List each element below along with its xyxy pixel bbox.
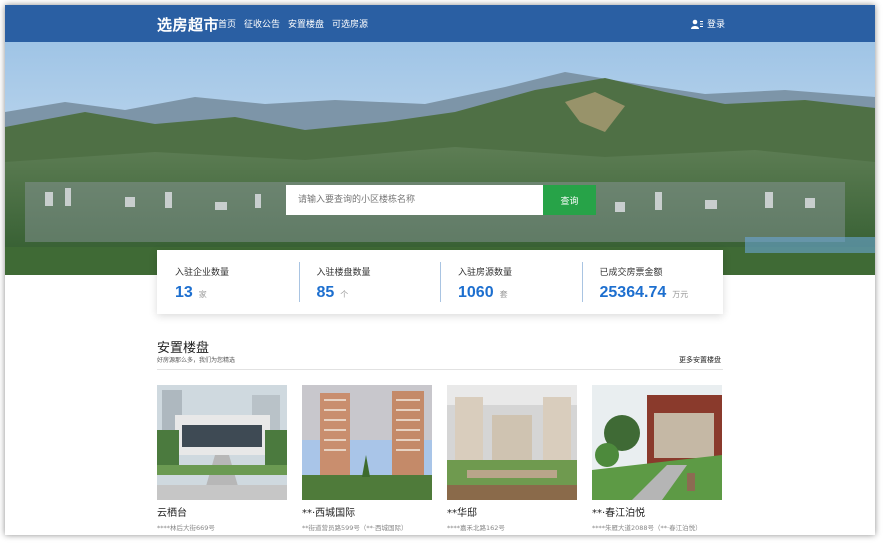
property-card[interactable]: 云栖台 ****林后大街669号	[157, 385, 287, 532]
nav-link-home[interactable]: 首页	[218, 17, 236, 30]
browser-page: 选房超市 首页 征收公告 安置楼盘 可选房源 登录 请输入要查询的小区楼栋名称 …	[5, 5, 875, 535]
stat-label: 入驻楼盘数量	[316, 268, 371, 278]
stat-projects: 入驻楼盘数量 85 个	[298, 250, 441, 314]
stat-number: 25364.74	[599, 284, 667, 301]
section-divider	[157, 369, 723, 370]
top-navbar: 选房超市 首页 征收公告 安置楼盘 可选房源 登录	[5, 5, 875, 42]
stat-value: 25364.74 万元	[600, 284, 724, 302]
search-input[interactable]	[286, 185, 543, 215]
site-brand[interactable]: 选房超市	[157, 14, 219, 35]
stat-label: 入驻企业数量	[175, 268, 230, 278]
property-card[interactable]: **·西城国际 **街道营员路599号（**·西城国际）	[302, 385, 432, 532]
search-bar: 查询	[286, 185, 596, 215]
stats-panel: 入驻企业数量 13 家 入驻楼盘数量 85 个 入驻房源数量 1060 套 已成交房票…	[157, 250, 723, 314]
nav-links: 首页 征收公告 安置楼盘 可选房源	[218, 17, 368, 30]
stat-value: 13 家	[175, 284, 299, 302]
stat-unit: 万元	[672, 290, 689, 299]
user-icon	[690, 19, 703, 29]
stat-label: 已成交房票金额	[599, 268, 663, 278]
search-button[interactable]: 查询	[543, 185, 596, 215]
property-address: **街道营员路599号（**·西城国际）	[302, 524, 408, 532]
stat-value: 1060 套	[458, 284, 582, 302]
stat-unit: 家	[198, 290, 207, 299]
nav-link-resettlement[interactable]: 安置楼盘	[288, 17, 324, 30]
stat-enterprises: 入驻企业数量 13 家	[157, 250, 299, 314]
more-properties-link[interactable]: 更多安置楼盘	[679, 355, 721, 365]
property-card[interactable]: **华邸 ****嘉禾北路162号	[447, 385, 577, 532]
property-name: 云栖台	[157, 508, 187, 519]
property-photo	[592, 385, 722, 500]
property-name: **·春江泊悦	[592, 508, 646, 519]
property-photo	[157, 385, 287, 500]
stat-unit: 套	[499, 290, 508, 299]
property-address: ****嘉禾北路162号	[447, 524, 505, 532]
stat-units: 入驻房源数量 1060 套	[440, 250, 582, 314]
hero-landscape-image	[5, 42, 875, 275]
stat-number: 1060	[458, 284, 494, 301]
stat-number: 13	[175, 284, 193, 301]
nav-link-announcements[interactable]: 征收公告	[244, 17, 280, 30]
stat-number: 85	[316, 284, 335, 301]
stat-unit: 个	[340, 290, 349, 299]
property-name: **华邸	[447, 508, 477, 519]
property-photo	[302, 385, 432, 500]
property-list: 云栖台 ****林后大街669号 **·西城国际 **街道营员路599号（**·…	[157, 385, 722, 532]
property-address: ****林后大街669号	[157, 524, 215, 532]
nav-link-available-units[interactable]: 可选房源	[332, 17, 368, 30]
property-card[interactable]: **·春江泊悦 ****朱雁大道2088号（**·春江泊悦）	[592, 385, 722, 532]
login-label: 登录	[706, 20, 725, 30]
section-subtitle: 好房源那么多，我们为您精选	[157, 357, 236, 364]
property-name: **·西城国际	[302, 508, 356, 519]
property-photo	[447, 385, 577, 500]
property-address: ****朱雁大道2088号（**·春江泊悦）	[592, 524, 702, 532]
stat-amount: 已成交房票金额 25364.74 万元	[581, 250, 724, 314]
stat-value: 85 个	[317, 284, 441, 302]
hero-banner: 查询	[5, 42, 875, 275]
stat-label: 入驻房源数量	[458, 268, 513, 278]
login-button[interactable]: 登录	[690, 17, 725, 30]
section-title: 安置楼盘	[157, 341, 210, 356]
